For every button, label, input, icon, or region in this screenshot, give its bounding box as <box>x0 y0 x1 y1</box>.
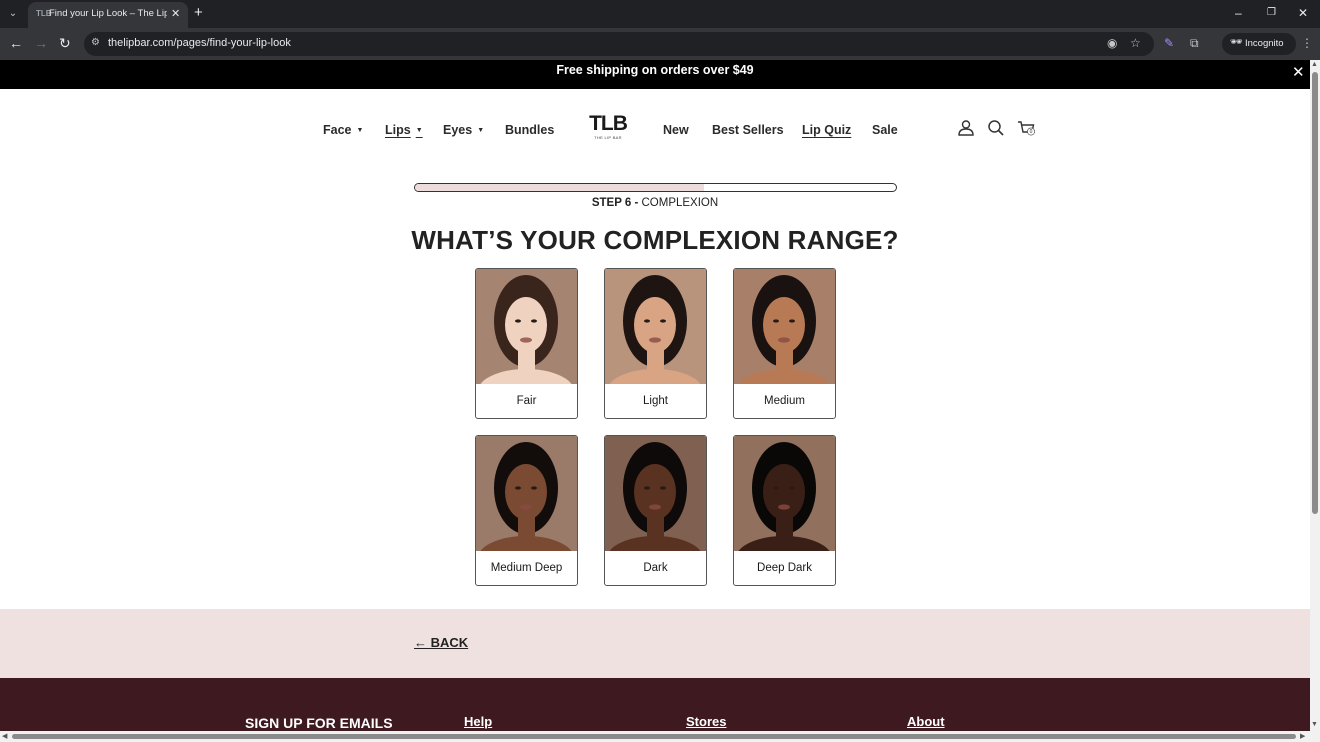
forward-icon[interactable]: → <box>34 35 48 51</box>
model-photo <box>605 436 706 551</box>
incognito-label: Incognito <box>1245 38 1284 49</box>
scroll-up-icon[interactable]: ▲ <box>1311 61 1318 68</box>
tab-title: Find your Lip Look – The Lip Ba <box>49 8 167 19</box>
complexion-option-label: Dark <box>643 562 668 574</box>
eye-off-icon[interactable]: ◉ <box>1107 36 1117 50</box>
scroll-left-icon[interactable]: ◀ <box>2 732 7 740</box>
incognito-icon: 🕶 <box>1230 37 1243 48</box>
complexion-option-label: Medium <box>764 395 805 407</box>
chevron-down-icon: ▼ <box>477 127 485 134</box>
complexion-option-label: Deep Dark <box>757 562 812 574</box>
back-section: ← BACK <box>0 609 1310 678</box>
url-text[interactable]: thelipbar.com/pages/find-your-lip-look <box>108 37 291 49</box>
page-viewport: Free shipping on orders over $49 ✕ Face ▼… <box>0 60 1310 742</box>
step-number: STEP 6 - <box>591 197 639 209</box>
step-name: COMPLEXION <box>641 197 719 209</box>
quiz-progress-bar <box>414 183 897 192</box>
cart-count: 0 <box>1030 129 1033 135</box>
vertical-scrollbar[interactable]: ▲ ▼ <box>1310 60 1320 742</box>
incognito-badge[interactable]: 🕶 Incognito <box>1222 33 1296 55</box>
tab-search-icon[interactable]: ⌄ <box>4 5 22 23</box>
nav-new[interactable]: New <box>663 123 689 137</box>
model-photo <box>734 436 835 551</box>
address-bar[interactable]: ⚙ thelipbar.com/pages/find-your-lip-look… <box>84 32 1154 56</box>
close-icon[interactable]: ✕ <box>1292 63 1305 81</box>
browser-tab[interactable]: TLB Find your Lip Look – The Lip Ba ✕ <box>28 2 188 28</box>
logo-subtext: THE LIP BAR <box>594 135 622 140</box>
reload-icon[interactable]: ↻ <box>59 35 71 51</box>
site-logo[interactable]: TLB THE LIP BAR <box>588 112 628 141</box>
complexion-option-card[interactable]: Deep Dark <box>733 435 836 586</box>
puzzle-icon[interactable]: ⧉ <box>1190 36 1199 51</box>
logo-text: TLB <box>589 112 628 135</box>
browser-tab-bar: ⌄ TLB Find your Lip Look – The Lip Ba ✕ … <box>0 0 1320 28</box>
nav-eyes[interactable]: Eyes ▼ <box>443 123 484 137</box>
footer-link-help[interactable]: Help <box>464 714 492 729</box>
scroll-down-icon[interactable]: ▼ <box>1311 721 1318 728</box>
footer-signup-heading: SIGN UP FOR EMAILS <box>245 715 393 731</box>
model-photo <box>476 436 577 551</box>
nav-sale[interactable]: Sale <box>872 123 898 137</box>
quiz-progress-fill <box>415 184 704 191</box>
kebab-menu-icon[interactable]: ⋮ <box>1301 36 1313 50</box>
complexion-option-card[interactable]: Medium Deep <box>475 435 578 586</box>
complexion-option-card[interactable]: Fair <box>475 268 578 419</box>
scroll-right-icon[interactable]: ▶ <box>1300 732 1305 740</box>
horizontal-scroll-thumb[interactable] <box>12 734 1296 739</box>
restore-icon[interactable]: ❐ <box>1267 7 1276 18</box>
model-photo <box>476 269 577 384</box>
window-close-icon[interactable]: ✕ <box>1298 6 1308 20</box>
complexion-option-label: Medium Deep <box>490 562 563 574</box>
plus-icon[interactable]: + <box>194 4 203 21</box>
quiz-question: WHAT’S YOUR COMPLEXION RANGE? <box>411 225 899 255</box>
chevron-down-icon: ▼ <box>415 127 423 134</box>
complexion-option-card[interactable]: Medium <box>733 268 836 419</box>
star-icon[interactable]: ☆ <box>1130 36 1141 50</box>
nav-lips[interactable]: Lips ▼ <box>385 123 423 137</box>
announcement-bar: Free shipping on orders over $49 ✕ <box>0 60 1310 89</box>
model-photo <box>734 269 835 384</box>
complexion-option-card[interactable]: Light <box>604 268 707 419</box>
back-button[interactable]: ← BACK <box>414 635 468 650</box>
footer-link-about[interactable]: About <box>907 714 945 729</box>
nav-bundles[interactable]: Bundles <box>505 123 554 137</box>
back-icon[interactable]: ← <box>9 35 23 51</box>
footer-link-stores[interactable]: Stores <box>686 714 726 729</box>
step-indicator: STEP 6 - COMPLEXION <box>0 197 1310 209</box>
close-icon[interactable]: ✕ <box>171 7 180 20</box>
complexion-option-card[interactable]: Dark <box>604 435 707 586</box>
horizontal-scrollbar[interactable]: ◀ ▶ <box>0 731 1310 742</box>
search-icon[interactable] <box>986 118 1006 138</box>
minimize-icon[interactable]: – <box>1235 6 1242 20</box>
vertical-scroll-thumb[interactable] <box>1312 72 1318 514</box>
model-photo <box>605 269 706 384</box>
extension-icon[interactable]: ✎ <box>1164 36 1174 50</box>
complexion-option-label: Light <box>643 395 668 407</box>
site-info-icon[interactable]: ⚙ <box>91 37 100 48</box>
site-header: Face ▼ Lips ▼ Eyes ▼ Bundles TLB THE LIP BA… <box>0 89 1310 169</box>
nav-best-sellers[interactable]: Best Sellers <box>712 123 784 137</box>
nav-face[interactable]: Face ▼ <box>323 123 363 137</box>
complexion-option-label: Fair <box>516 395 537 407</box>
chevron-down-icon: ▼ <box>356 127 364 134</box>
account-icon[interactable] <box>956 118 976 138</box>
announcement-text: Free shipping on orders over $49 <box>556 63 754 77</box>
cart-icon[interactable]: 0 <box>1016 118 1036 138</box>
nav-lip-quiz[interactable]: Lip Quiz <box>802 123 851 137</box>
browser-toolbar: ← → ↻ ⚙ thelipbar.com/pages/find-your-li… <box>0 28 1320 60</box>
